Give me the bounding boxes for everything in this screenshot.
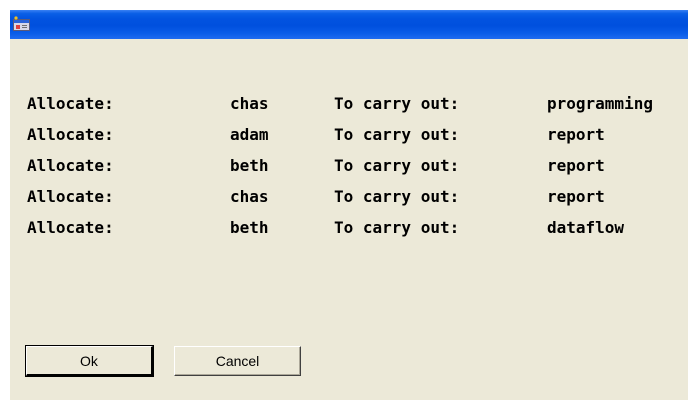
ok-button[interactable]: Ok <box>25 345 154 377</box>
task-name: report <box>547 156 605 175</box>
task-name: programming <box>547 94 653 113</box>
person-name: chas <box>230 187 269 206</box>
allocate-label: Allocate: <box>27 187 114 206</box>
allocate-label: Allocate: <box>27 218 114 237</box>
allocate-label: Allocate: <box>27 125 114 144</box>
person-name: adam <box>230 125 269 144</box>
task-name: report <box>547 187 605 206</box>
person-name: beth <box>230 156 269 175</box>
task-label: To carry out: <box>334 187 460 206</box>
app-window-icon[interactable] <box>13 16 31 32</box>
task-label: To carry out: <box>334 94 460 113</box>
cancel-button[interactable]: Cancel <box>174 346 301 376</box>
task-label: To carry out: <box>334 125 460 144</box>
task-name: dataflow <box>547 218 625 237</box>
allocate-label: Allocate: <box>27 156 114 175</box>
allocate-label: Allocate: <box>27 94 114 113</box>
task-label: To carry out: <box>334 218 460 237</box>
task-name: report <box>547 125 605 144</box>
task-label: To carry out: <box>334 156 460 175</box>
dialog-window: Allocate: chas To carry out: programming… <box>10 10 688 400</box>
title-bar[interactable] <box>10 10 688 39</box>
person-name: beth <box>230 218 269 237</box>
person-name: chas <box>230 94 269 113</box>
